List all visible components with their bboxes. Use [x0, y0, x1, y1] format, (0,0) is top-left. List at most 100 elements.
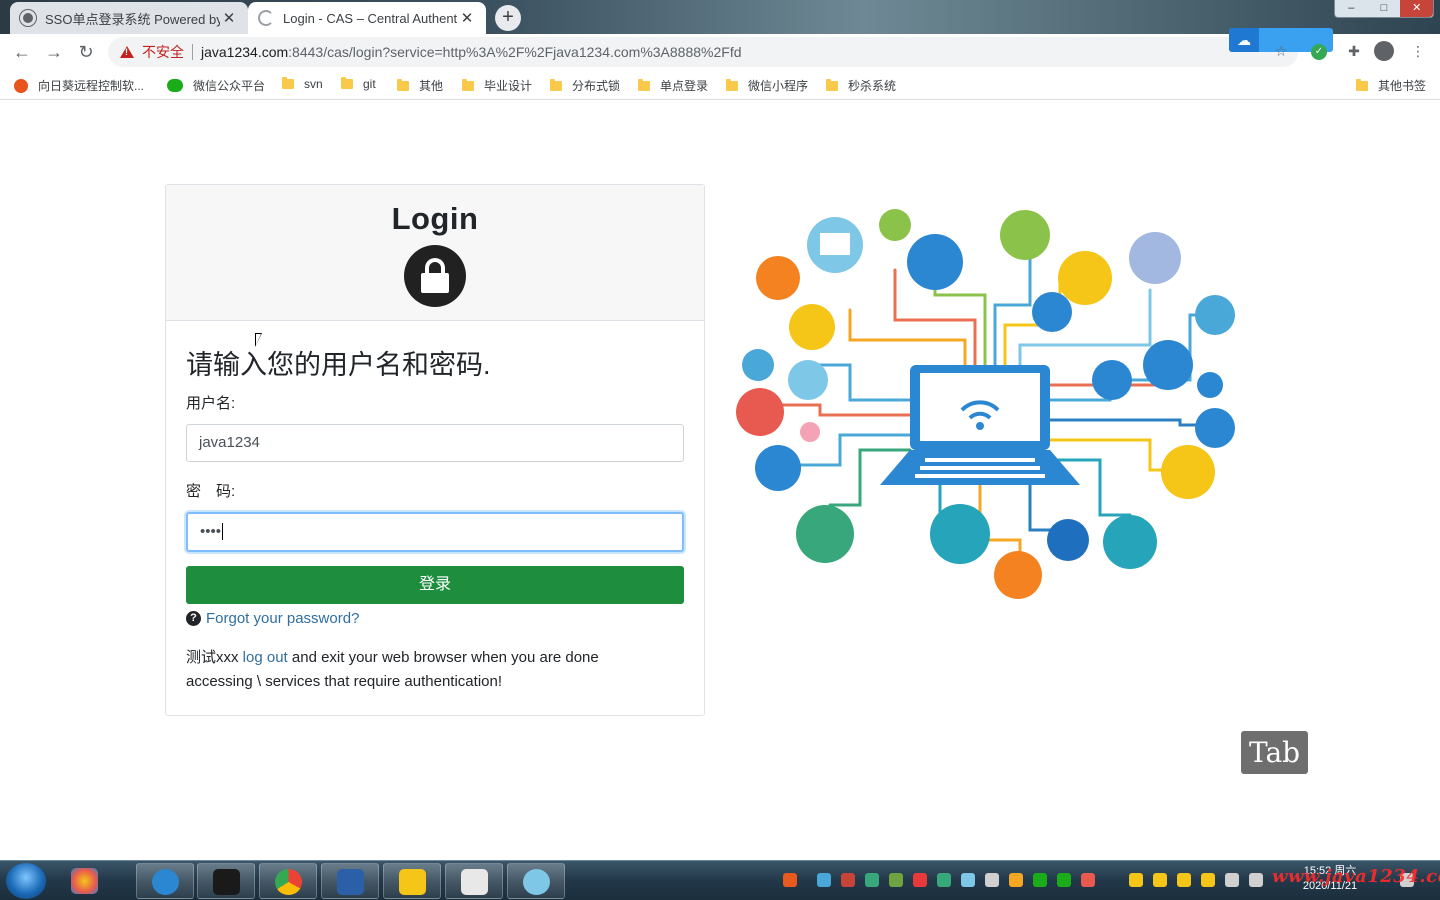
browser-toolbar: ← → ↻ 不安全 java1234.com :8443/cas/login?s…	[0, 34, 1440, 70]
tab-title: Login - CAS – Central Authent	[283, 10, 458, 26]
sogou-tray-icon[interactable]	[783, 873, 797, 887]
tray-icon-3[interactable]	[913, 873, 927, 887]
maximize-button[interactable]: □	[1368, 0, 1401, 17]
folder-icon	[550, 78, 562, 91]
taskbar-app-pinwheel[interactable]	[56, 863, 114, 899]
app-m-icon	[337, 869, 364, 895]
puzzle-extensions-icon[interactable]: ✚	[1343, 40, 1365, 62]
folder-icon	[397, 78, 409, 91]
folder-icon	[726, 78, 738, 91]
network-illustration	[736, 209, 1235, 599]
tray-icon-6[interactable]	[985, 873, 999, 887]
qq-tray-icon-2[interactable]	[1129, 873, 1143, 887]
tray-icon-7[interactable]	[1009, 873, 1023, 887]
tab-cas-login[interactable]: Login - CAS – Central Authent ✕	[248, 2, 486, 34]
username-input[interactable]: java1234	[186, 424, 684, 462]
volume-icon[interactable]	[1225, 873, 1239, 887]
taskbar-app-m[interactable]	[321, 863, 379, 899]
chrome-icon	[275, 869, 302, 895]
intellij-icon	[213, 869, 240, 895]
tray-icon-2[interactable]	[841, 873, 855, 887]
password-input[interactable]: ••••​	[186, 512, 684, 552]
bookmark-git[interactable]: git	[341, 77, 376, 91]
taskbar-app-java[interactable]	[445, 863, 503, 899]
minimize-button[interactable]: –	[1335, 0, 1368, 17]
taskbar-app-chrome[interactable]	[259, 863, 317, 899]
qq-tray-icon-3[interactable]	[1177, 873, 1191, 887]
mouse-cursor	[255, 333, 262, 347]
bookmark-svn[interactable]: svn	[282, 77, 323, 91]
login-card-header: Login	[166, 185, 704, 321]
bookmark-seckill[interactable]: 秒杀系统	[826, 77, 896, 94]
back-arrow-icon[interactable]: ←	[10, 40, 34, 64]
not-secure-label[interactable]: 不安全	[142, 42, 184, 62]
tray-icon-5[interactable]	[961, 873, 975, 887]
url-path: :8443/cas/login?service=http%3A%2F%2Fjav…	[288, 44, 742, 60]
window-controls: – □ ✕	[1334, 0, 1434, 18]
taskbar-app-explorer[interactable]	[383, 863, 441, 899]
forward-arrow-icon[interactable]: →	[42, 40, 66, 64]
reload-icon[interactable]: ↻	[74, 40, 98, 64]
taskbar-app-capture[interactable]	[507, 863, 565, 899]
tab-sso-system[interactable]: SSO单点登录系统 Powered by ✕	[10, 2, 248, 34]
start-button[interactable]	[6, 863, 46, 899]
folder-icon	[826, 78, 838, 91]
qq-tray-icon[interactable]	[1081, 873, 1095, 887]
folder-icon	[638, 78, 650, 91]
bookmark-other[interactable]: 其他	[397, 77, 443, 94]
folder-icon	[462, 78, 474, 91]
browser-icon	[152, 869, 179, 895]
tray-icon-8[interactable]	[1201, 873, 1215, 887]
extension-check-icon[interactable]: ✓	[1311, 44, 1327, 60]
logout-link[interactable]: log out	[243, 649, 288, 666]
nvidia-tray-icon[interactable]	[889, 873, 903, 887]
tab-title: SSO单点登录系统 Powered by	[45, 11, 220, 27]
folder-icon	[282, 77, 294, 89]
sunflower-icon	[14, 78, 28, 93]
tray-icon-1[interactable]	[817, 873, 831, 887]
wechat-work-tray-icon[interactable]	[1057, 873, 1071, 887]
bookmark-other-bookmarks[interactable]: 其他书签	[1356, 77, 1426, 94]
bookmark-distributed-lock[interactable]: 分布式锁	[550, 77, 620, 94]
network-icon[interactable]	[1249, 873, 1263, 887]
bookmark-sso[interactable]: 单点登录	[638, 77, 708, 94]
folder-icon	[341, 77, 353, 89]
capture-icon	[523, 869, 550, 895]
shield-tray-icon[interactable]	[865, 873, 879, 887]
bookmark-mini-program[interactable]: 微信小程序	[726, 77, 808, 94]
tray-icon-4[interactable]	[937, 873, 951, 887]
bookmark-graduation[interactable]: 毕业设计	[462, 77, 532, 94]
wechat-tray-icon[interactable]	[1033, 873, 1047, 887]
site-watermark: www.java1234.com	[1272, 866, 1440, 887]
bookmark-wechat-mp[interactable]: 微信公众平台	[167, 77, 265, 94]
star-tray-icon[interactable]	[1153, 873, 1167, 887]
address-bar[interactable]: 不安全 java1234.com :8443/cas/login?service…	[108, 37, 1298, 67]
password-dots: ••••	[200, 523, 222, 540]
browser-tab-strip: SSO单点登录系统 Powered by ✕ Login - CAS – Cen…	[0, 0, 1440, 34]
profile-avatar-icon[interactable]	[1374, 41, 1394, 61]
close-tab-icon[interactable]: ✕	[458, 9, 476, 27]
pinwheel-icon	[71, 868, 98, 894]
taskbar-app-intellij[interactable]	[197, 863, 255, 899]
star-bookmark-icon[interactable]: ☆	[1270, 40, 1292, 62]
url-host: java1234.com	[201, 44, 289, 60]
java-icon	[461, 869, 488, 895]
menu-dots-icon[interactable]: ⋮	[1407, 40, 1429, 62]
forgot-password-link[interactable]: Forgot your password?	[206, 610, 359, 627]
lock-icon	[404, 245, 466, 307]
taskbar-app-qq-browser[interactable]	[136, 863, 194, 899]
keypress-overlay: Tab	[1241, 731, 1308, 774]
folder-icon	[1356, 78, 1368, 91]
new-tab-button[interactable]: +	[495, 5, 521, 31]
login-prompt: 请输入您的用户名和密码.	[186, 350, 491, 380]
password-label: 密 码:	[186, 483, 236, 500]
forgot-password: ? Forgot your password?	[186, 610, 684, 627]
warning-icon	[120, 46, 134, 58]
logout-notice: 测试xxx log out and exit your web browser …	[186, 649, 599, 690]
close-tab-icon[interactable]: ✕	[220, 9, 238, 27]
bookmark-sunflower[interactable]: 向日葵远程控制软...	[14, 77, 144, 94]
username-label: 用户名:	[186, 395, 236, 412]
login-button[interactable]: 登录	[186, 566, 684, 604]
close-window-button[interactable]: ✕	[1400, 0, 1434, 17]
wechat-icon	[167, 79, 183, 92]
